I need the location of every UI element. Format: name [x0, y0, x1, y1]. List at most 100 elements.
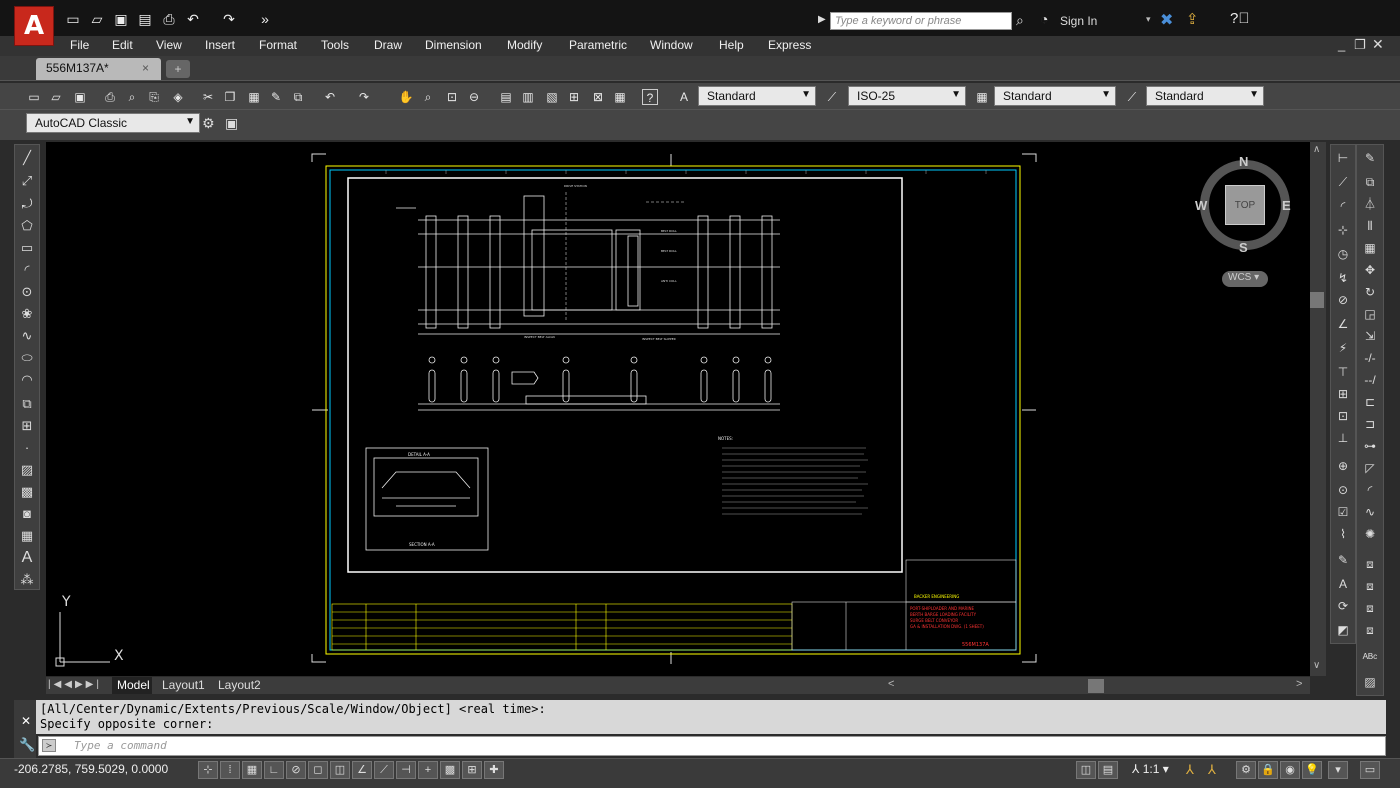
break-object-icon[interactable]: ⊐ — [1362, 416, 1378, 432]
construction-line-icon[interactable]: ⤢ — [19, 173, 35, 189]
mleader-style-icon[interactable]: ⟋ — [1124, 89, 1140, 105]
multiline-text-icon[interactable]: A — [19, 550, 35, 566]
zoom-previous-icon[interactable]: ⊖ — [466, 89, 482, 105]
window-minimize-icon[interactable]: _ — [1338, 37, 1345, 52]
text-style-icon[interactable]: A — [676, 89, 692, 105]
save-icon[interactable]: ▣ — [72, 89, 88, 105]
compass-east[interactable]: E — [1282, 198, 1291, 213]
calculator-icon[interactable]: ▦ — [612, 89, 628, 105]
tab-layout2[interactable]: Layout2 — [218, 678, 261, 692]
undo-icon[interactable]: ↶ — [184, 11, 202, 27]
tab-model[interactable]: Model — [112, 677, 152, 694]
vertical-scrollbar[interactable] — [1310, 142, 1326, 676]
scroll-down-icon[interactable]: ∨ — [1313, 660, 1320, 671]
sign-in-link[interactable]: Sign In — [1060, 14, 1097, 28]
plot-preview-icon[interactable]: ⌕ — [124, 89, 140, 105]
saveas-icon[interactable]: ▤ — [136, 11, 154, 27]
annotation-visibility-icon[interactable]: ⅄ — [1186, 762, 1194, 778]
scroll-right-icon[interactable]: > — [1296, 678, 1302, 690]
coordinates-display[interactable]: -206.2785, 759.5029, 0.0000 — [14, 762, 168, 776]
hatch-icon[interactable]: ▨ — [19, 462, 35, 478]
new-icon[interactable]: ▭ — [64, 11, 82, 27]
object-snap-tracking-icon[interactable]: ∠ — [352, 761, 372, 779]
window-close-icon[interactable]: ✕ — [1372, 36, 1384, 53]
revision-cloud-icon[interactable]: ❀ — [19, 306, 35, 322]
mleader-style-select[interactable]: Standard ▼ — [1146, 86, 1264, 106]
sign-in-dropdown-icon[interactable]: ▾ — [1146, 14, 1151, 25]
extend-icon[interactable]: --/ — [1362, 372, 1378, 388]
rectangle-icon[interactable]: ▭ — [19, 240, 35, 256]
menu-insert[interactable]: Insert — [205, 38, 235, 52]
draworder-under-icon[interactable]: ⧈ — [1362, 622, 1378, 638]
help-icon[interactable]: ? — [642, 89, 658, 105]
arc-length-icon[interactable]: ◜ — [1335, 198, 1351, 214]
zoom-window-icon[interactable]: ⊡ — [444, 89, 460, 105]
tool-palettes-icon[interactable]: ▧ — [544, 89, 560, 105]
quick-dim-icon[interactable]: ⚡ — [1335, 340, 1351, 356]
tolerance-icon[interactable]: ⊕ — [1335, 458, 1351, 474]
space-icon[interactable]: ⊡ — [1335, 408, 1351, 424]
close-icon[interactable]: ✕ — [21, 714, 31, 728]
command-input[interactable] — [38, 736, 1386, 756]
object-snap-icon[interactable]: ◻ — [308, 761, 328, 779]
add-selected-icon[interactable]: ⁂ — [19, 572, 35, 588]
workspace-save-icon[interactable]: ▣ — [225, 115, 238, 132]
menu-tools[interactable]: Tools — [321, 38, 349, 52]
autodesk-360-icon[interactable]: ⇪ — [1186, 10, 1199, 28]
mirror-icon[interactable]: ⏃ — [1362, 196, 1378, 212]
scroll-left-icon[interactable]: < — [888, 678, 894, 690]
dim-style-icon[interactable]: ◩ — [1335, 622, 1351, 638]
horizontal-scroll-thumb[interactable] — [1088, 679, 1104, 693]
angular-icon[interactable]: ∠ — [1335, 316, 1351, 332]
more-icon[interactable]: » — [256, 11, 274, 27]
compass-south[interactable]: S — [1239, 240, 1248, 255]
center-mark-icon[interactable]: ⊙ — [1335, 482, 1351, 498]
dim-style-select[interactable]: ISO-25 ▼ — [848, 86, 966, 106]
command-prompt-icon[interactable]: ≻ — [42, 739, 56, 752]
vertical-scroll-thumb[interactable] — [1310, 292, 1324, 308]
jogged-icon[interactable]: ↯ — [1335, 270, 1351, 286]
gradient-icon[interactable]: ▩ — [19, 484, 35, 500]
jogged-linear-icon[interactable]: ⌇ — [1335, 526, 1351, 542]
clean-screen-icon[interactable]: ▭ — [1360, 761, 1380, 779]
search-expand-icon[interactable]: ▶ — [818, 14, 826, 25]
model-space-icon[interactable]: ◫ — [1076, 761, 1096, 779]
plot-icon[interactable]: ⎙ — [102, 89, 118, 105]
auto-scale-icon[interactable]: ⅄ — [1208, 762, 1216, 778]
lock-icon[interactable]: 🔒 — [1258, 761, 1278, 779]
text-front-icon[interactable]: ᴬᴮᶜ — [1362, 650, 1378, 666]
transparency-icon[interactable]: ▩ — [440, 761, 460, 779]
infer-constraints-icon[interactable]: ⊹ — [198, 761, 218, 779]
redo-icon[interactable]: ↷ — [356, 89, 372, 105]
arc-icon[interactable]: ◜ — [19, 262, 35, 278]
dim-style-icon[interactable]: ⟋ — [824, 89, 840, 105]
selection-cycling-icon[interactable]: ✚ — [484, 761, 504, 779]
copy-object-icon[interactable]: ⧉ — [1362, 174, 1378, 190]
ortho-mode-icon[interactable]: ∟ — [264, 761, 284, 779]
match-properties-icon[interactable]: ✎ — [268, 89, 284, 105]
help-icon[interactable]: ?⃝ — [1230, 10, 1250, 27]
quick-properties-icon[interactable]: ⊞ — [462, 761, 482, 779]
insert-block-icon[interactable]: ⧉ — [19, 396, 35, 412]
trim-icon[interactable]: -/- — [1362, 350, 1378, 366]
stretch-icon[interactable]: ⇲ — [1362, 328, 1378, 344]
draworder-front-icon[interactable]: ⧈ — [1362, 556, 1378, 572]
hatch-back-icon[interactable]: ▨ — [1362, 674, 1378, 690]
table-style-icon[interactable]: ▦ — [974, 89, 990, 105]
redo-icon[interactable]: ↷ — [220, 11, 238, 27]
explode-icon[interactable]: ✺ — [1362, 526, 1378, 542]
open-icon[interactable]: ▱ — [48, 89, 64, 105]
radius-icon[interactable]: ◷ — [1335, 246, 1351, 262]
fillet-icon[interactable]: ◜ — [1362, 482, 1378, 498]
compass-west[interactable]: W — [1195, 198, 1207, 213]
polyline-icon[interactable]: ⤾ — [19, 196, 35, 212]
draworder-back-icon[interactable]: ⧈ — [1362, 578, 1378, 594]
tab-close-icon[interactable]: × — [142, 61, 149, 75]
chamfer-icon[interactable]: ◸ — [1362, 460, 1378, 476]
snap-mode-icon[interactable]: ⁞ — [220, 761, 240, 779]
break-icon[interactable]: ⊥ — [1335, 430, 1351, 446]
application-menu-button[interactable]: A — [14, 6, 54, 46]
table-style-select[interactable]: Standard ▼ — [994, 86, 1116, 106]
zoom-realtime-icon[interactable]: ⌕ — [420, 89, 436, 105]
markup-icon[interactable]: ⊠ — [590, 89, 606, 105]
